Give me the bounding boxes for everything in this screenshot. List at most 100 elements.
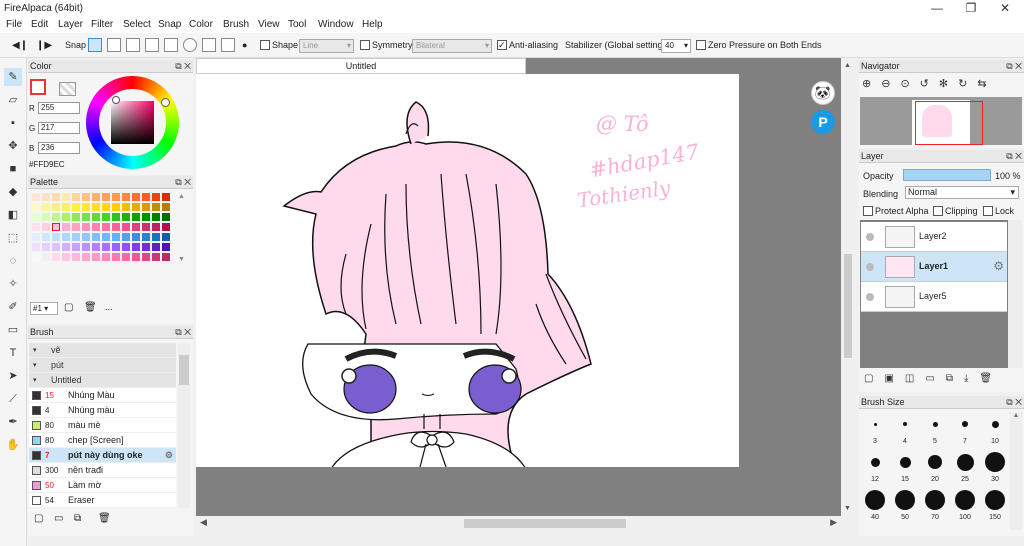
stabilizer-dropdown[interactable]: 40 ▾ (661, 38, 691, 53)
brush-group[interactable]: ▾ vẽ (29, 343, 176, 358)
palette-swatch[interactable] (82, 243, 90, 251)
palette-swatch[interactable] (42, 233, 50, 241)
clipping-checkbox[interactable]: Clipping (933, 205, 978, 217)
palette-swatch[interactable] (92, 243, 100, 251)
palette-swatch[interactable] (92, 203, 100, 211)
palette-swatch[interactable] (82, 253, 90, 261)
palette-swatch[interactable] (52, 233, 60, 241)
palette-swatch[interactable] (72, 193, 80, 201)
layer-scrollbar[interactable] (1008, 220, 1022, 368)
palette-swatch[interactable] (142, 203, 150, 211)
flip-icon[interactable]: ⇆ (977, 78, 996, 90)
palette-swatch[interactable] (142, 233, 150, 241)
palette-swatch[interactable] (92, 193, 100, 201)
brush-size-option[interactable] (928, 455, 942, 469)
palette-swatch[interactable] (82, 193, 90, 201)
menu-layer[interactable]: Layer (58, 19, 83, 30)
rotate-right-icon[interactable]: ↻ (958, 78, 977, 90)
sv-picker[interactable] (112, 96, 120, 104)
palette-swatch[interactable] (102, 223, 110, 231)
palette-swatch[interactable] (132, 233, 140, 241)
brush-size-option[interactable] (873, 422, 877, 426)
text-tool-icon[interactable]: T (4, 344, 22, 362)
snap-circle-icon[interactable] (183, 38, 197, 52)
menu-tool[interactable]: Tool (288, 19, 306, 30)
brush-size-option[interactable] (991, 420, 999, 428)
magic-wand-icon[interactable]: ✧ (4, 275, 22, 293)
shape-checkbox[interactable]: Shape (260, 38, 298, 53)
brush-size-option[interactable] (870, 457, 880, 467)
palette-swatch[interactable] (92, 253, 100, 261)
palette-scrollbar[interactable]: ▲ ▼ (178, 193, 188, 293)
palette-swatch[interactable] (62, 253, 70, 261)
menu-snap[interactable]: Snap (158, 19, 181, 30)
palette-swatch[interactable] (62, 213, 70, 221)
pixiv-icon[interactable]: P (811, 110, 835, 134)
menu-select[interactable]: Select (123, 19, 151, 30)
palette-swatch[interactable] (82, 213, 90, 221)
palette-swatch[interactable] (152, 213, 160, 221)
palette-swatch[interactable] (122, 243, 130, 251)
palette-swatch[interactable] (152, 193, 160, 201)
palette-swatch[interactable] (112, 223, 120, 231)
brush-item[interactable]: 4 Nhúng màu (29, 403, 176, 418)
brush-item[interactable]: 300 nền trađi (29, 463, 176, 478)
palette-swatch[interactable] (122, 223, 130, 231)
lock-checkbox[interactable]: Lock (983, 205, 1014, 217)
gradient-tool-icon[interactable]: ◧ (4, 206, 22, 224)
zoom-reset-icon[interactable]: ⊙ (900, 78, 919, 90)
brush-new-icon[interactable]: ▢ (34, 513, 43, 524)
palette-swatch[interactable] (42, 213, 50, 221)
palette-swatch[interactable] (42, 223, 50, 231)
palette-swatch[interactable] (62, 203, 70, 211)
palette-swatch[interactable] (162, 193, 170, 201)
layer-item[interactable]: Layer5 (861, 282, 1007, 312)
palette-swatch[interactable] (132, 213, 140, 221)
palette-swatch[interactable] (112, 243, 120, 251)
palette-swatch[interactable] (112, 233, 120, 241)
palette-swatch[interactable] (62, 233, 70, 241)
palette-swatch[interactable] (162, 243, 170, 251)
layer-item[interactable]: Layer1 ⚙ (861, 252, 1007, 282)
zoom-in-icon[interactable]: ⊕ (862, 78, 881, 90)
palette-swatch[interactable] (72, 203, 80, 211)
palette-swatch[interactable] (42, 243, 50, 251)
protect-alpha-checkbox[interactable]: Protect Alpha (863, 205, 929, 217)
move-tool-icon[interactable]: ✥ (4, 137, 22, 155)
menu-brush[interactable]: Brush (223, 19, 249, 30)
palette-swatch[interactable] (112, 213, 120, 221)
brush-size-option[interactable] (955, 490, 975, 510)
palette-swatch[interactable] (52, 203, 60, 211)
brush-size-option[interactable] (925, 490, 945, 510)
divide-tool-icon[interactable]: ⟋ (4, 390, 22, 408)
palette-swatch[interactable] (102, 253, 110, 261)
palette-selector[interactable]: #1 ▾ (30, 302, 58, 315)
palette-swatch[interactable] (142, 193, 150, 201)
document-tab[interactable]: Untitled (196, 58, 526, 74)
snap-parallel-icon[interactable] (107, 38, 121, 52)
palette-swatch[interactable] (142, 223, 150, 231)
brush-size-option[interactable] (895, 490, 915, 510)
palette-swatch[interactable] (82, 203, 90, 211)
next-icon[interactable]: ❙▶ (36, 38, 52, 53)
vertical-scrollbar[interactable]: ▲ ▼ (841, 58, 855, 516)
minimize-button[interactable]: — (920, 0, 954, 18)
select-eraser-icon[interactable]: ▭ (4, 321, 22, 339)
maximize-button[interactable]: ❐ (954, 0, 988, 18)
brush-size-option[interactable] (903, 422, 907, 426)
new-layer-icon[interactable]: ▢ (864, 373, 884, 384)
close-button[interactable]: ✕ (988, 0, 1022, 18)
palette-swatch[interactable] (132, 243, 140, 251)
palette-swatch[interactable] (122, 213, 130, 221)
new-1bit-layer-icon[interactable]: ◫ (905, 373, 925, 384)
palette-new-icon[interactable]: ▢ (64, 302, 73, 313)
visibility-icon[interactable] (866, 293, 874, 301)
palette-swatch[interactable] (112, 203, 120, 211)
snap-dot-icon[interactable]: ● (242, 38, 247, 53)
brush-group[interactable]: ▾ pút (29, 358, 176, 373)
palette-swatch[interactable] (32, 233, 40, 241)
eraser-tool-icon[interactable]: ▱ (4, 91, 22, 109)
palette-delete-icon[interactable]: 🗑 (84, 302, 97, 313)
palette-swatch[interactable] (152, 223, 160, 231)
palette-swatch[interactable] (122, 233, 130, 241)
